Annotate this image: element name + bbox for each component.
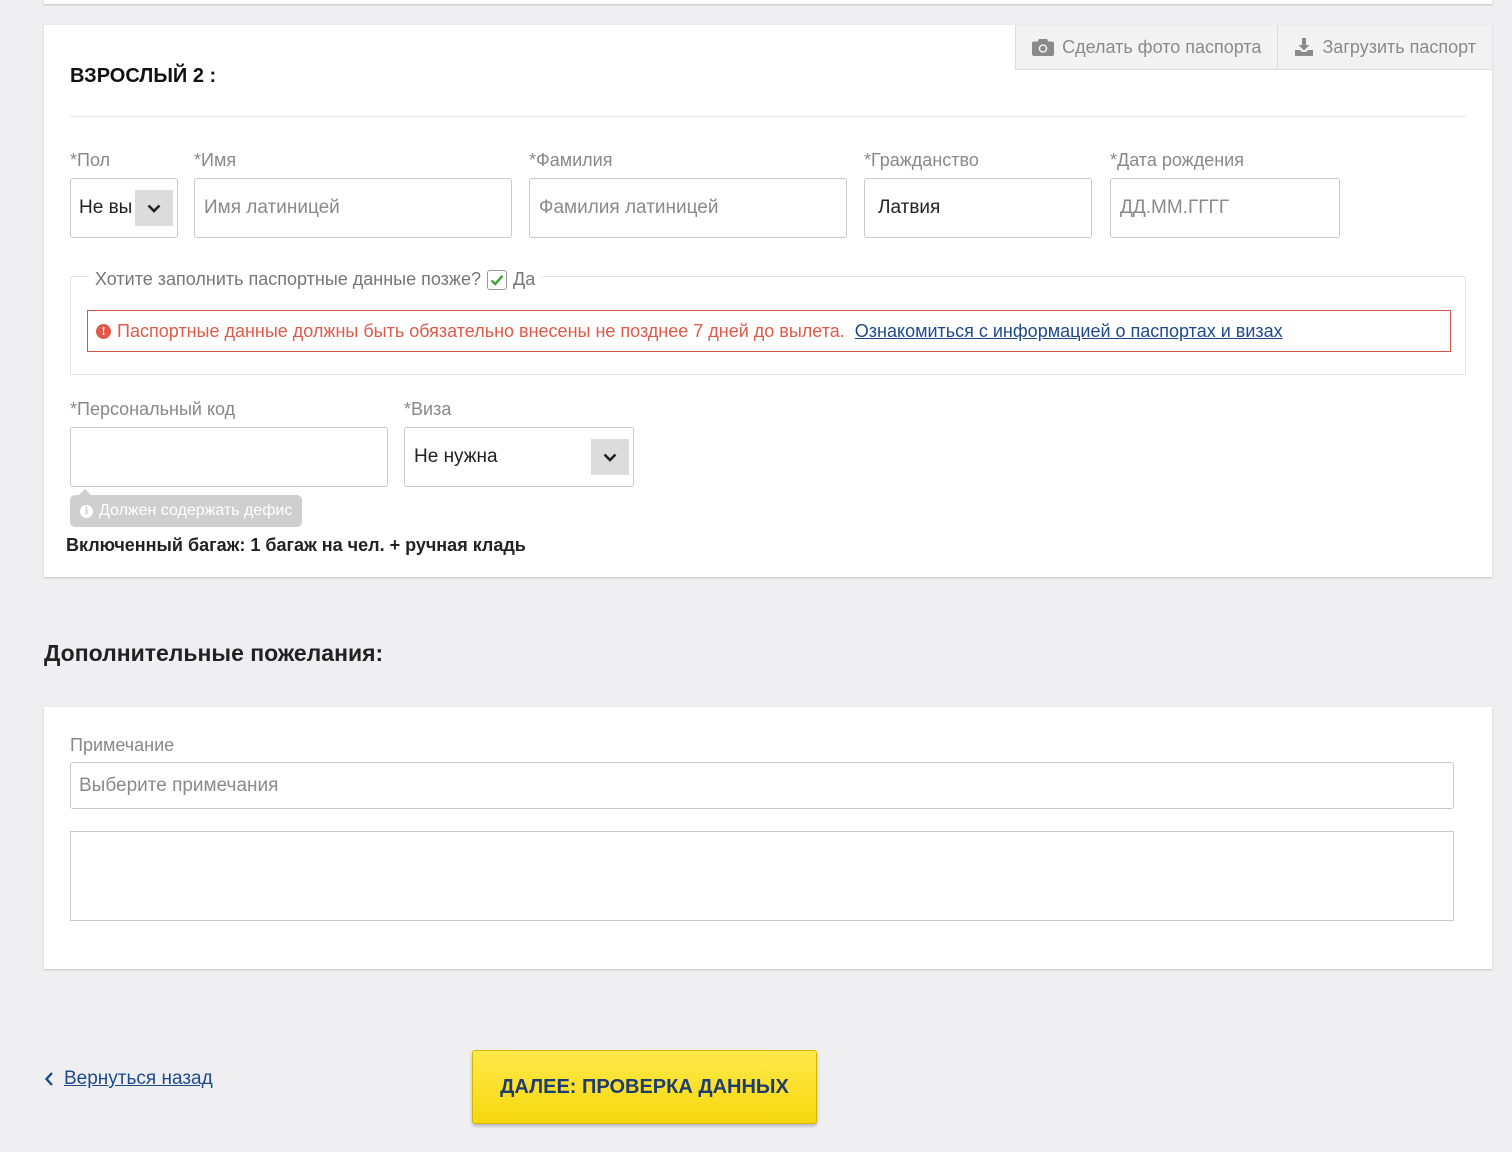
last-name-placeholder: Фамилия латиницей bbox=[539, 197, 719, 218]
birth-date-placeholder: ДД.ММ.ГГГГ bbox=[1120, 197, 1230, 218]
take-passport-photo-button[interactable]: Сделать фото паспорта bbox=[1016, 25, 1277, 69]
passport-later-checkbox[interactable] bbox=[487, 269, 507, 290]
passport-later-fieldset: Хотите заполнить паспортные данные позже… bbox=[70, 269, 1466, 375]
personal-code-label: *Персональный код bbox=[70, 399, 236, 419]
birth-date-input[interactable]: ДД.ММ.ГГГГ bbox=[1110, 178, 1340, 238]
personal-code-hint-text: Должен содержать дефис bbox=[99, 502, 293, 519]
visa-value: Не нужна bbox=[414, 446, 498, 467]
first-name-input[interactable]: Имя латиницей bbox=[194, 178, 512, 238]
previous-card-edge bbox=[44, 0, 1492, 4]
upload-passport-button[interactable]: Загрузить паспорт bbox=[1277, 25, 1492, 69]
note-textarea[interactable] bbox=[70, 831, 1454, 921]
birth-date-label: *Дата рождения bbox=[1110, 150, 1244, 170]
take-photo-label: Сделать фото паспорта bbox=[1062, 36, 1262, 57]
upload-passport-label: Загрузить паспорт bbox=[1322, 36, 1476, 57]
visa-select[interactable]: Не нужна bbox=[404, 427, 634, 487]
note-label: Примечание bbox=[70, 735, 175, 755]
download-icon bbox=[1295, 38, 1314, 56]
passport-later-checkbox-label[interactable]: Да bbox=[513, 269, 535, 290]
last-name-label: *Фамилия bbox=[529, 150, 613, 170]
checkmark-icon bbox=[490, 274, 504, 286]
next-verify-button[interactable]: ДАЛЕЕ: ПРОВЕРКА ДАННЫХ bbox=[472, 1050, 817, 1124]
note-select[interactable]: Выберите примечания bbox=[70, 762, 1454, 809]
visa-label: *Виза bbox=[404, 399, 452, 419]
first-name-placeholder: Имя латиницей bbox=[204, 197, 340, 218]
back-link[interactable]: Вернуться назад bbox=[44, 1068, 213, 1090]
included-baggage: Включенный багаж: 1 багаж на чел. + ручн… bbox=[66, 535, 526, 555]
note-select-placeholder: Выберите примечания bbox=[79, 774, 279, 796]
info-circle-icon: i bbox=[80, 504, 93, 518]
divider bbox=[70, 116, 1466, 117]
gender-value: Не вы bbox=[79, 197, 133, 218]
chevron-down-icon bbox=[591, 439, 629, 475]
citizenship-label: *Гражданство bbox=[864, 150, 979, 170]
passport-deadline-alert: ! Паспортные данные должны быть обязател… bbox=[87, 310, 1451, 352]
citizenship-value: Латвия bbox=[878, 197, 941, 218]
chevron-down-icon bbox=[135, 190, 173, 226]
gender-select[interactable]: Не вы bbox=[70, 178, 178, 238]
passport-later-legend: Хотите заполнить паспортные данные позже… bbox=[89, 269, 542, 290]
back-link-label: Вернуться назад bbox=[64, 1068, 213, 1089]
personal-code-input[interactable] bbox=[70, 427, 388, 487]
citizenship-select[interactable]: Латвия bbox=[864, 178, 1092, 238]
passenger-title: ВЗРОСЛЫЙ 2 : bbox=[70, 65, 217, 87]
personal-code-hint: i Должен содержать дефис bbox=[70, 489, 303, 527]
alert-text: Паспортные данные должны быть обязательн… bbox=[117, 320, 845, 341]
first-name-label: *Имя bbox=[194, 150, 237, 170]
passport-actions: Сделать фото паспорта Загрузить паспорт bbox=[1015, 25, 1492, 70]
last-name-input[interactable]: Фамилия латиницей bbox=[529, 178, 847, 238]
passport-later-question: Хотите заполнить паспортные данные позже… bbox=[95, 269, 481, 289]
passenger-card: Сделать фото паспорта Загрузить паспорт … bbox=[44, 25, 1492, 577]
passport-visa-info-link[interactable]: Ознакомиться с информацией о паспортах и… bbox=[855, 321, 1283, 342]
chevron-left-icon bbox=[44, 1072, 53, 1086]
camera-icon bbox=[1032, 39, 1055, 56]
gender-label: *Пол bbox=[70, 150, 111, 170]
wishes-card: Примечание Выберите примечания bbox=[44, 707, 1492, 969]
wishes-title: Дополнительные пожелания: bbox=[44, 640, 384, 666]
exclamation-circle-icon: ! bbox=[96, 323, 111, 339]
